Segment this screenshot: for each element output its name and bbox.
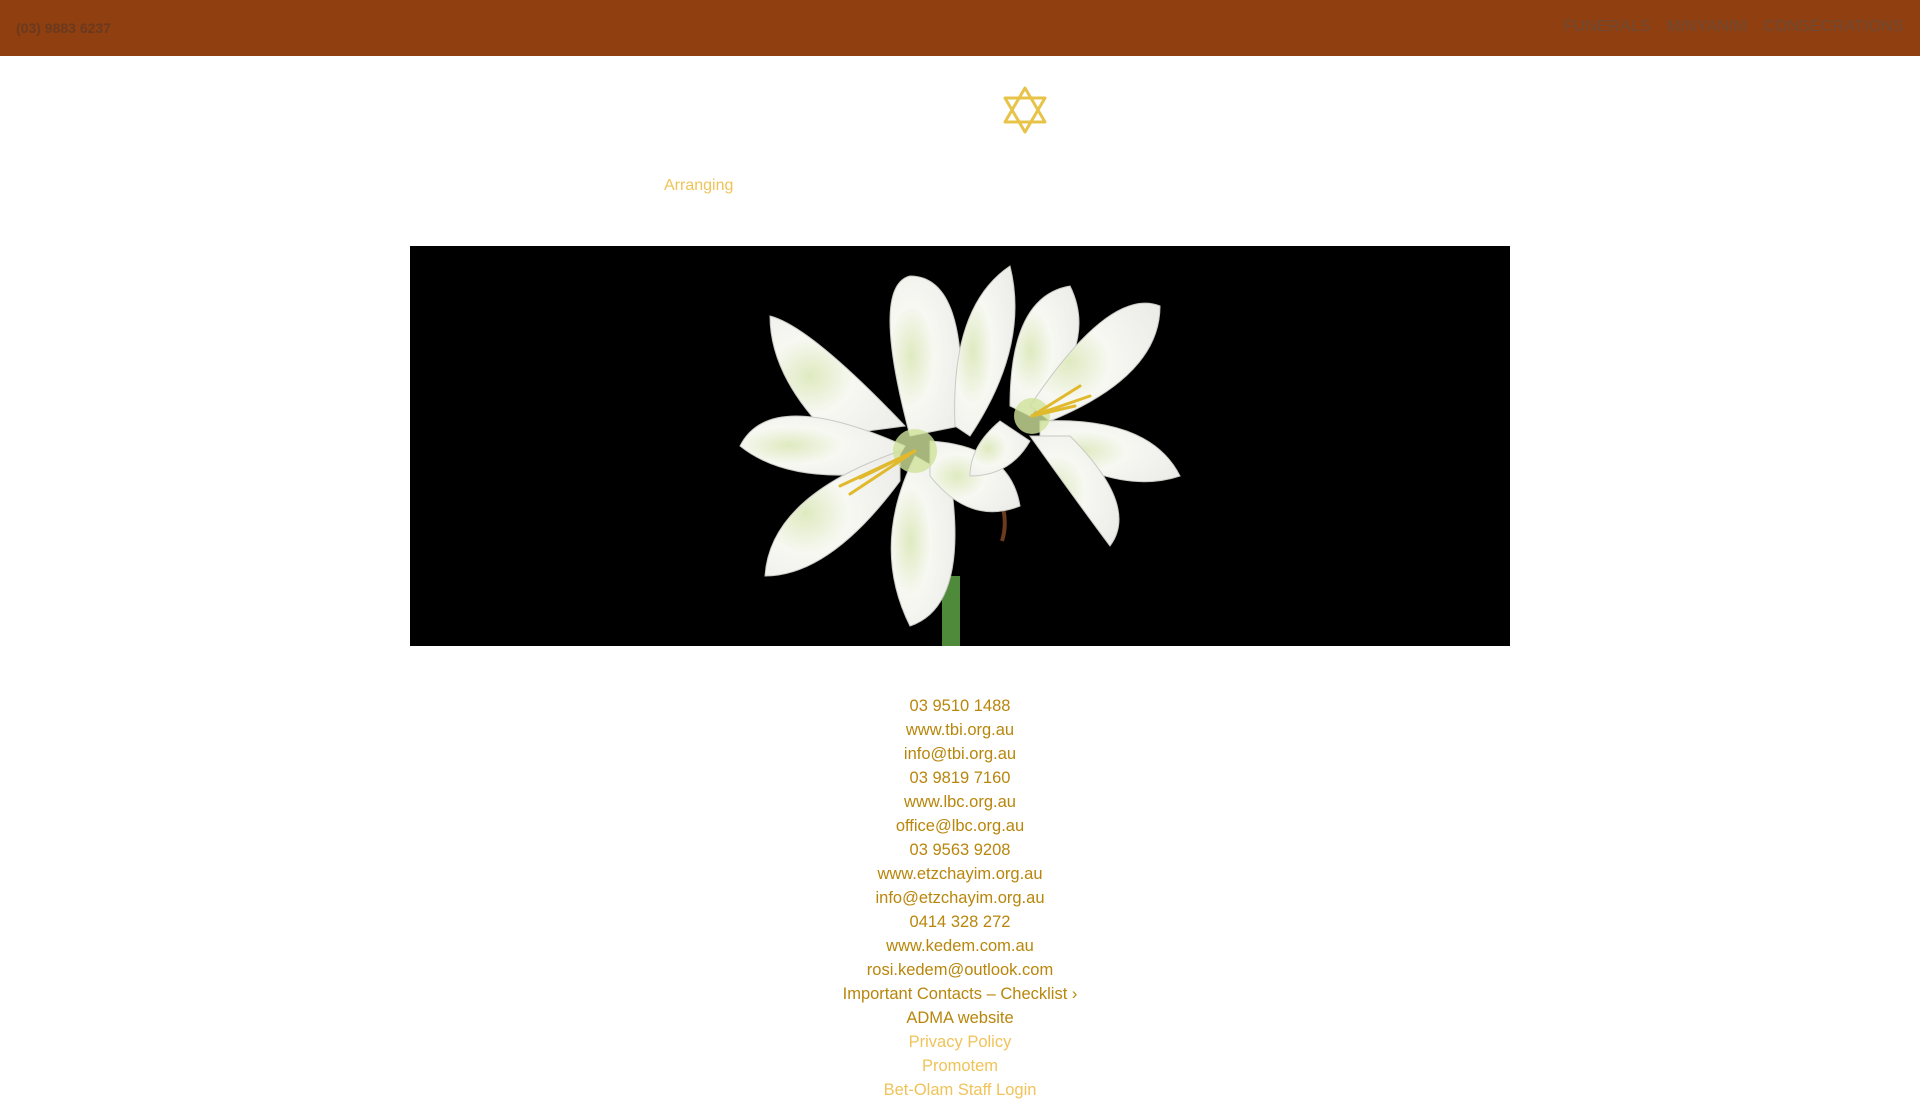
top-bar: (03) 9883 6237 FUNERALS MINYANIM CONSECR…: [0, 0, 1920, 56]
privacy-policy-link[interactable]: Privacy Policy: [909, 1030, 1012, 1054]
contact-lbc-email[interactable]: office@lbc.org.au: [896, 814, 1024, 838]
staff-login-link[interactable]: Bet-Olam Staff Login: [884, 1078, 1037, 1102]
lily-flowers-image: [739, 265, 1181, 646]
contact-tbi-website[interactable]: www.tbi.org.au: [906, 718, 1014, 742]
contact-kedem-phone[interactable]: 0414 328 272: [910, 910, 1011, 934]
header-phone-link[interactable]: (03) 9883 6237: [16, 20, 111, 36]
footer: 03 9510 1488 www.tbi.org.au info@tbi.org…: [0, 694, 1920, 1102]
star-of-david-icon[interactable]: [1002, 86, 1048, 134]
contact-kedem-email[interactable]: rosi.kedem@outlook.com: [867, 958, 1053, 982]
nav-funerals[interactable]: FUNERALS: [1564, 18, 1651, 36]
adma-website-link[interactable]: ADMA website: [906, 1006, 1013, 1030]
contact-etzchayim-email[interactable]: info@etzchayim.org.au: [876, 886, 1045, 910]
contact-kedem-website[interactable]: www.kedem.com.au: [886, 934, 1034, 958]
arranging-link[interactable]: Arranging: [664, 177, 733, 195]
contact-etzchayim-website[interactable]: www.etzchayim.org.au: [877, 862, 1042, 886]
contact-etzchayim-phone[interactable]: 03 9563 9208: [910, 838, 1011, 862]
promotem-link[interactable]: Promotem: [922, 1054, 998, 1078]
contact-lbc-phone[interactable]: 03 9819 7160: [910, 766, 1011, 790]
contact-tbi-email[interactable]: info@tbi.org.au: [904, 742, 1016, 766]
contact-tbi-phone[interactable]: 03 9510 1488: [910, 694, 1011, 718]
nav-minyanim[interactable]: MINYANIM: [1667, 18, 1747, 36]
important-contacts-checklist-link[interactable]: Important Contacts – Checklist ›: [843, 982, 1078, 1006]
contact-lbc-website[interactable]: www.lbc.org.au: [904, 790, 1016, 814]
hero-image: [410, 246, 1510, 646]
main-nav: FUNERALS MINYANIM CONSECRATIONS: [1564, 18, 1904, 36]
nav-consecrations[interactable]: CONSECRATIONS: [1763, 18, 1904, 36]
